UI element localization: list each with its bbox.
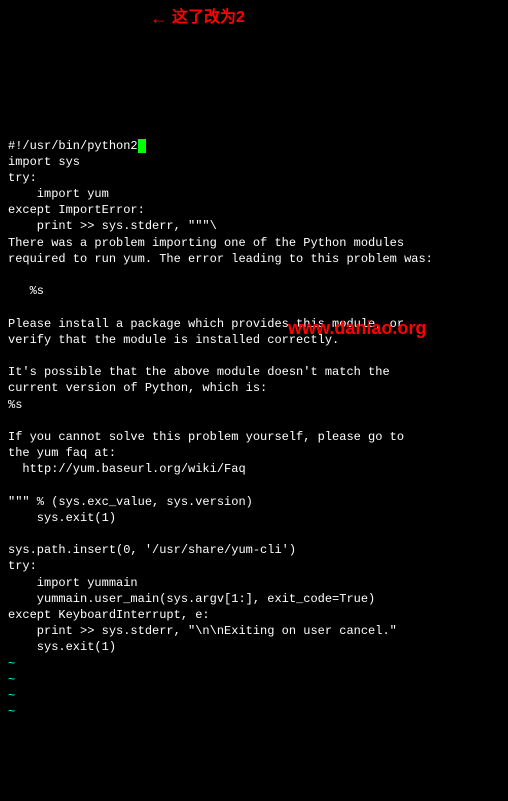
vim-tilde: ~ <box>8 689 15 703</box>
code-line-28: import yummain <box>8 576 138 590</box>
code-line-20: the yum faq at: <box>8 446 116 460</box>
vim-tilde: ~ <box>8 673 15 687</box>
code-line-2: import sys <box>8 155 80 169</box>
vim-tilde: ~ <box>8 705 15 719</box>
code-line-29: yummain.user_main(sys.argv[1:], exit_cod… <box>8 592 375 606</box>
code-line-6: print >> sys.stderr, """\ <box>8 219 217 233</box>
watermark: www.daniao.org <box>288 316 426 340</box>
code-line-7: There was a problem importing one of the… <box>8 236 404 250</box>
code-line-3: try: <box>8 171 37 185</box>
code-line-4: import yum <box>8 187 109 201</box>
code-line-17: %s <box>8 398 22 412</box>
code-line-5: except ImportError: <box>8 203 145 217</box>
cursor <box>138 139 146 153</box>
code-line-19: If you cannot solve this problem yoursel… <box>8 430 404 444</box>
code-line-10: %s <box>8 284 44 298</box>
code-line-26: sys.path.insert(0, '/usr/share/yum-cli') <box>8 543 296 557</box>
code-line-16: current version of Python, which is: <box>8 381 267 395</box>
arrow-icon: ← <box>150 6 168 30</box>
code-line-31: print >> sys.stderr, "\n\nExiting on use… <box>8 624 397 638</box>
code-line-30: except KeyboardInterrupt, e: <box>8 608 210 622</box>
code-line-24: sys.exit(1) <box>8 511 116 525</box>
code-line-27: try: <box>8 559 37 573</box>
code-line-8: required to run yum. The error leading t… <box>8 252 433 266</box>
terminal-content[interactable]: #!/usr/bin/python2 import sys try: impor… <box>8 138 500 721</box>
code-line-23: """ % (sys.exc_value, sys.version) <box>8 495 253 509</box>
annotation-text: 这了改为2 <box>172 7 245 29</box>
vim-tilde: ~ <box>8 657 15 671</box>
code-line-15: It's possible that the above module does… <box>8 365 390 379</box>
code-line-32: sys.exit(1) <box>8 640 116 654</box>
code-line-1: #!/usr/bin/python2 <box>8 139 138 153</box>
code-line-21: http://yum.baseurl.org/wiki/Faq <box>8 462 246 476</box>
annotation-label: ← 这了改为2 <box>150 6 245 30</box>
